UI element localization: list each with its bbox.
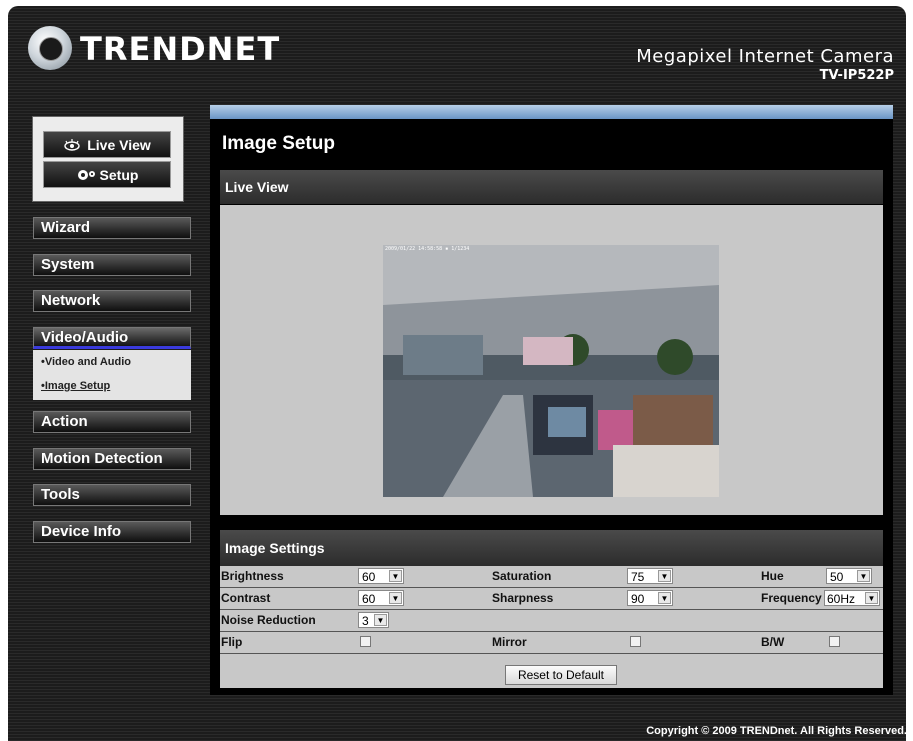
header: TRENDNET Megapixel Internet Camera TV-IP… [8,6,906,90]
gear-icon [76,168,95,182]
nav-video-audio[interactable]: Video/Audio [33,327,191,349]
brightness-value: 60 [362,570,376,584]
settings-row-2: Contrast 60 ▼ Sharpness 90 ▼ Frequency 6… [220,588,883,610]
brightness-label: Brightness [221,569,284,583]
nav-device-info[interactable]: Device Info [33,521,191,543]
trendnet-logo-icon [28,26,72,70]
video-audio-submenu: •Video and Audio •Image Setup [33,350,191,400]
live-view-button[interactable]: Live View [43,131,171,158]
settings-row-3: Noise Reduction 3 ▼ [220,610,883,632]
brightness-select[interactable]: 60 ▼ [358,568,404,584]
sharpness-select[interactable]: 90 ▼ [627,590,673,606]
live-view-area: 2009/01/22 14:58:58 ▪ 1/1234 [220,205,883,515]
product-title: Megapixel Internet Camera [636,46,894,67]
settings-row-4: Flip Mirror B/W [220,632,883,654]
chevron-down-icon: ▼ [658,592,671,604]
chevron-down-icon: ▼ [389,570,402,582]
image-settings-table: Brightness 60 ▼ Saturation 75 ▼ Hue 50 ▼… [220,566,883,688]
chevron-down-icon: ▼ [865,592,878,604]
content-top-strip [210,105,893,119]
nav-wizard[interactable]: Wizard [33,217,191,239]
nav-system[interactable]: System [33,254,191,276]
bw-label: B/W [761,635,785,649]
settings-row-1: Brightness 60 ▼ Saturation 75 ▼ Hue 50 ▼ [220,566,883,588]
flip-label: Flip [221,635,243,649]
nav-network[interactable]: Network [33,290,191,312]
sharpness-label: Sharpness [492,591,554,605]
hue-select[interactable]: 50 ▼ [826,568,872,584]
chevron-down-icon: ▼ [389,592,402,604]
copyright-footer: Copyright © 2009 TRENDnet. All Rights Re… [646,725,907,737]
noise-reduction-select[interactable]: 3 ▼ [358,612,389,628]
subnav-image-setup[interactable]: •Image Setup [41,380,110,392]
subnav-video-and-audio[interactable]: •Video and Audio [41,356,131,368]
flip-checkbox[interactable] [360,636,371,647]
noise-reduction-label: Noise Reduction [221,613,316,627]
nav-action[interactable]: Action [33,411,191,433]
camera-feed-image: 2009/01/22 14:58:58 ▪ 1/1234 [383,245,719,497]
camera-timestamp: 2009/01/22 14:58:58 ▪ 1/1234 [385,246,470,252]
contrast-label: Contrast [221,591,271,605]
nav-tools[interactable]: Tools [33,484,191,506]
setup-button[interactable]: Setup [43,161,171,188]
hue-label: Hue [761,569,784,583]
page-title: Image Setup [222,133,335,154]
saturation-select[interactable]: 75 ▼ [627,568,673,584]
live-view-header: Live View [220,170,883,204]
bw-checkbox[interactable] [829,636,840,647]
saturation-value: 75 [631,570,645,584]
mirror-label: Mirror [492,635,527,649]
saturation-label: Saturation [492,569,552,583]
frequency-select[interactable]: 60Hz ▼ [824,590,880,606]
mirror-checkbox[interactable] [630,636,641,647]
image-settings-header: Image Settings [220,530,883,566]
frequency-label: Frequency [761,591,822,605]
chevron-down-icon: ▼ [658,570,671,582]
chevron-down-icon: ▼ [374,614,387,626]
setup-label: Setup [99,166,139,183]
brand-logo: TRENDNET [80,30,281,68]
contrast-value: 60 [362,592,376,606]
chevron-down-icon: ▼ [857,570,870,582]
noise-reduction-value: 3 [362,614,369,628]
hue-value: 50 [830,570,844,584]
main-content: Image Setup Live View 2009/01/22 14:58:5… [210,105,893,695]
nav-motion-detection[interactable]: Motion Detection [33,448,191,470]
mode-switch-panel: Live View Setup [32,116,184,202]
live-view-label: Live View [87,136,151,153]
frequency-value: 60Hz [827,592,856,606]
sharpness-value: 90 [631,592,645,606]
product-model: TV-IP522P [819,68,894,83]
eye-icon [63,138,81,152]
contrast-select[interactable]: 60 ▼ [358,590,404,606]
reset-to-default-button[interactable]: Reset to Default [505,665,617,685]
